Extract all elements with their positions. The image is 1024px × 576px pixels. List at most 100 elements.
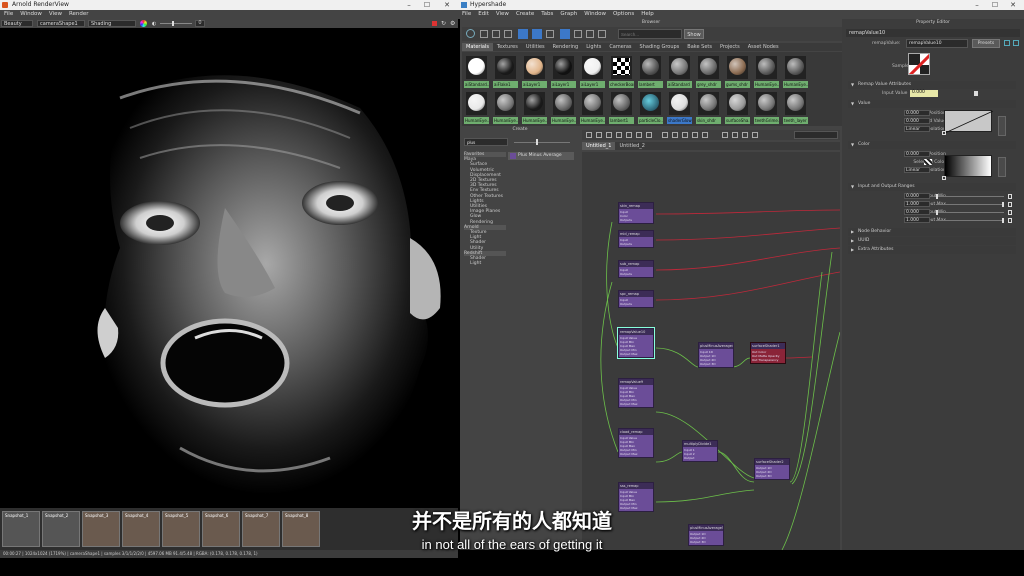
value-ramp-expand-button[interactable] — [998, 116, 1006, 136]
node-attribute[interactable]: Output Max — [620, 352, 652, 356]
property-slider[interactable] — [936, 212, 1004, 213]
tab-asset-nodes[interactable]: Asset Nodes — [744, 43, 783, 51]
property-slider-handle[interactable] — [936, 210, 938, 215]
full-mode-icon[interactable] — [692, 132, 698, 138]
exposure-slider[interactable] — [160, 23, 192, 24]
browser-search-input[interactable] — [618, 29, 682, 39]
tab-textures[interactable]: Textures — [493, 43, 522, 51]
attribute-filter-icon[interactable] — [752, 132, 758, 138]
focus-icon[interactable] — [1004, 40, 1010, 46]
list-icon[interactable] — [504, 30, 512, 38]
tab-cameras[interactable]: Cameras — [605, 43, 635, 51]
snapshot-thumb[interactable]: Snapshot_4 — [122, 511, 160, 547]
snapshot-thumb[interactable]: Snapshot_3 — [82, 511, 120, 547]
sort-order-icon[interactable] — [574, 30, 582, 38]
material-swatch[interactable]: grey_shdr — [696, 54, 721, 88]
close-icon[interactable]: ✕ — [1004, 0, 1022, 10]
material-swatch[interactable]: lambert — [638, 54, 663, 88]
material-swatch[interactable]: particleClo... — [638, 90, 663, 124]
material-swatch[interactable]: HumanEye... — [522, 90, 547, 124]
input-value-connect-icon[interactable] — [974, 91, 978, 96]
material-swatch[interactable]: gums_shdr — [725, 54, 750, 88]
property-field[interactable]: Linear — [904, 126, 930, 132]
menu-view[interactable]: View — [496, 10, 509, 19]
tab-bake-sets[interactable]: Bake Sets — [683, 43, 716, 51]
node-attribute[interactable]: Outputs — [620, 218, 652, 222]
simple-mode-icon[interactable] — [672, 132, 678, 138]
property-slider[interactable] — [936, 204, 1004, 205]
exposure-icon[interactable]: ◐ — [152, 21, 156, 27]
refresh-icon[interactable]: ↻ — [441, 20, 446, 27]
remove-selected-icon[interactable] — [646, 132, 652, 138]
connect-attribute-icon[interactable] — [1008, 210, 1012, 215]
value-ramp-graph[interactable] — [944, 110, 994, 134]
menu-create[interactable]: Create — [516, 10, 534, 19]
section-remap-attributes[interactable]: Remap Value Attributes — [848, 81, 1016, 89]
maximize-icon[interactable]: ☐ — [986, 0, 1004, 10]
connected-mode-icon[interactable] — [682, 132, 688, 138]
minimize-icon[interactable]: – — [400, 0, 418, 10]
shading-node[interactable]: remapValue9 Input Value Input Min Input Max… — [618, 378, 654, 408]
create-result-item[interactable]: Plus Minus Average — [508, 152, 574, 160]
color-ramp-expand-button[interactable] — [998, 157, 1006, 177]
grid-snap-icon[interactable] — [722, 132, 728, 138]
material-swatch[interactable]: aiLayer1 — [551, 54, 576, 88]
snapshot-thumb[interactable]: Snapshot_1 — [2, 511, 40, 547]
color-ramp-point-icon[interactable] — [942, 176, 946, 180]
property-field[interactable]: 0.000 — [904, 209, 930, 215]
close-icon[interactable]: ✕ — [438, 0, 456, 10]
shading-node[interactable]: sub_remap Input Outputs — [618, 260, 654, 278]
property-field[interactable]: 1.000 — [904, 217, 930, 223]
menu-graph[interactable]: Graph — [560, 10, 577, 19]
shading-select[interactable]: Shading — [88, 20, 136, 27]
property-slider-handle[interactable] — [1002, 218, 1004, 223]
property-field[interactable]: 0.000 — [904, 193, 930, 199]
aov-select[interactable]: Beauty — [1, 20, 33, 27]
node-name-tab[interactable]: remapValue10 — [846, 29, 1020, 37]
menu-window[interactable]: Window — [20, 10, 42, 19]
copy-tab-icon[interactable] — [1013, 40, 1019, 46]
material-swatch[interactable]: aiStandard... — [464, 54, 489, 88]
custom-mode-icon[interactable] — [702, 132, 708, 138]
tab-rendering[interactable]: Rendering — [549, 43, 583, 51]
shading-node[interactable]: spc_remap Input Outputs — [618, 290, 654, 308]
tab-materials[interactable]: Materials — [462, 43, 493, 51]
material-swatch[interactable]: HumanEye... — [783, 54, 808, 88]
property-field[interactable]: 1.000 — [904, 201, 930, 207]
node-attribute[interactable]: Output — [684, 456, 716, 460]
graph-icon[interactable] — [586, 132, 592, 138]
ramp-point-icon[interactable] — [942, 131, 946, 135]
remap-value-name-field[interactable]: remapValue10 — [906, 39, 968, 48]
connect-attribute-icon[interactable] — [1008, 194, 1012, 199]
toggle-swatch-icon[interactable] — [662, 132, 668, 138]
camera-select[interactable]: cameraShape1 — [37, 20, 85, 27]
material-swatch[interactable]: aiLayer1 — [522, 54, 547, 88]
shading-node[interactable]: plusMinusAverage5 Output 1D Output 2D Outpu… — [688, 524, 724, 546]
node-attribute[interactable]: Output Max — [620, 402, 652, 406]
tab-lights[interactable]: Lights — [582, 43, 605, 51]
shading-node[interactable]: remapValue10 Input Value Input Min Input Ma… — [617, 327, 655, 359]
section-input-output-ranges[interactable]: Input and Output Ranges — [848, 183, 1016, 191]
grid-icon[interactable] — [492, 30, 500, 38]
node-attribute[interactable]: Outputs — [620, 302, 652, 306]
section-node-behavior[interactable]: Node Behavior — [848, 228, 1016, 236]
material-swatch[interactable]: surfaceSha... — [725, 90, 750, 124]
material-swatch[interactable]: HumanEye... — [493, 90, 518, 124]
shading-node[interactable]: mid_remap Input Outputs — [618, 230, 654, 248]
property-field[interactable]: 0.000 — [904, 118, 930, 124]
tree-item[interactable]: Light — [464, 261, 506, 266]
menu-help[interactable]: Help — [641, 10, 654, 19]
snapshot-thumb[interactable]: Snapshot_2 — [42, 511, 80, 547]
menu-render[interactable]: Render — [69, 10, 89, 19]
minimize-icon[interactable]: – — [968, 0, 986, 10]
sort-icon[interactable] — [560, 29, 570, 39]
section-value[interactable]: Value — [848, 100, 1016, 108]
menu-options[interactable]: Options — [613, 10, 634, 19]
snapshot-thumb[interactable]: Snapshot_7 — [242, 511, 280, 547]
shading-node[interactable]: surfaceShader2 Output 1D Output 2D Output 3… — [754, 458, 790, 480]
view-list-icon[interactable] — [546, 30, 554, 38]
material-swatch[interactable]: shaderGlow1 — [667, 90, 692, 124]
bookmark-icon[interactable] — [742, 132, 748, 138]
node-attribute[interactable]: Out Transparency — [752, 358, 784, 362]
material-swatch[interactable]: skin_shdr — [696, 90, 721, 124]
